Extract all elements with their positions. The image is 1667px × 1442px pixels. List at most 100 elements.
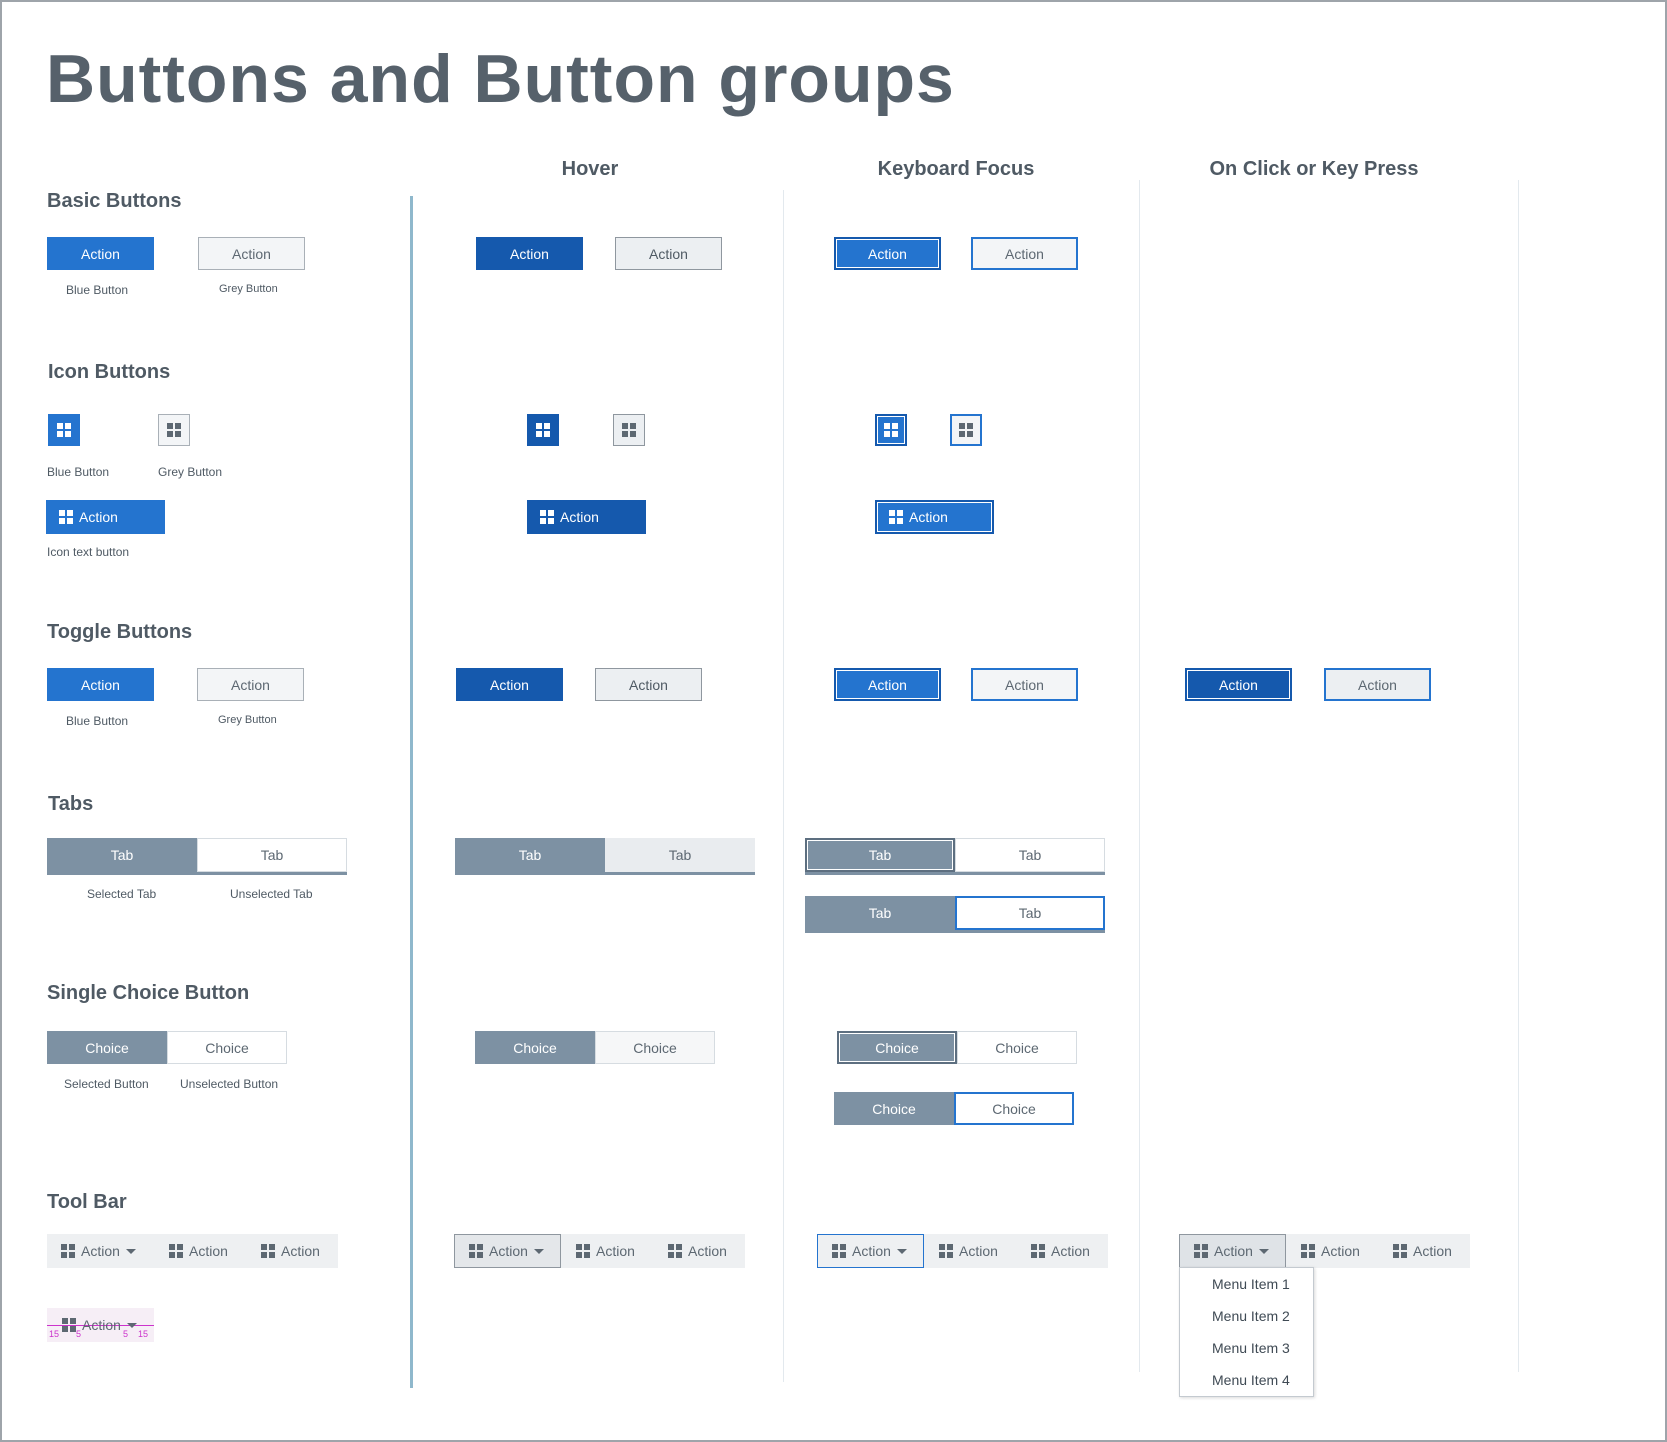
icon-text-button-focus[interactable]: Action <box>875 500 994 534</box>
toggle-grey-button-focus[interactable]: Action <box>971 668 1078 701</box>
toggle-grey-button-pressed[interactable]: Action <box>1324 668 1431 701</box>
grey-button-focus[interactable]: Action <box>971 237 1078 270</box>
blue-button-focus[interactable]: Action <box>834 237 941 270</box>
choice-selected[interactable]: Choice <box>834 1092 954 1125</box>
grey-icon-button[interactable] <box>158 414 190 446</box>
grid-icon <box>59 510 73 524</box>
toolbar-item-label: Action <box>281 1243 320 1259</box>
tab-unselected-focus[interactable]: Tab <box>955 896 1105 930</box>
section-basic-buttons: Basic Buttons <box>47 190 182 212</box>
icon-text-button-label: Action <box>909 509 948 525</box>
toolbar-hover: Action Action Action <box>454 1234 745 1268</box>
tab-group-focus-selected: Tab Tab <box>805 838 1105 875</box>
tab-unselected[interactable]: Tab <box>955 838 1105 872</box>
toolbar-item-label: Action <box>189 1243 228 1259</box>
grey-button-hover[interactable]: Action <box>615 237 722 270</box>
toggle-blue-button[interactable]: Action <box>47 668 154 701</box>
grid-icon <box>832 1244 846 1258</box>
caption-icon-text-button: Icon text button <box>47 545 130 559</box>
icon-text-button[interactable]: Action <box>46 500 165 534</box>
grid-icon <box>261 1244 275 1258</box>
caption-blue-icon-button: Blue Button <box>47 465 110 479</box>
toggle-blue-button-hover[interactable]: Action <box>456 668 563 701</box>
column-divider-main <box>410 196 413 1388</box>
choice-group: Choice Choice <box>47 1031 287 1064</box>
tab-selected-hover[interactable]: Tab <box>455 838 605 872</box>
toggle-grey-button[interactable]: Action <box>197 668 304 701</box>
caret-down-icon <box>125 1248 136 1254</box>
toolbar-dropdown-button-hover[interactable]: Action <box>454 1234 561 1268</box>
toolbar-button[interactable]: Action <box>939 1234 998 1268</box>
grid-icon <box>1393 1244 1407 1258</box>
caption-selected-tab: Selected Tab <box>87 887 157 901</box>
menu-item[interactable]: Menu Item 2 <box>1180 1300 1313 1332</box>
grey-icon-button-hover[interactable] <box>613 414 645 446</box>
section-toggle-buttons: Toggle Buttons <box>47 621 193 643</box>
grid-icon <box>884 423 898 437</box>
blue-button[interactable]: Action <box>47 237 154 270</box>
tab-selected-focus[interactable]: Tab <box>805 838 955 872</box>
column-divider <box>783 190 784 1382</box>
grey-button[interactable]: Action <box>198 237 305 270</box>
choice-unselected-hover[interactable]: Choice <box>595 1031 715 1064</box>
menu-item[interactable]: Menu Item 1 <box>1180 1268 1313 1300</box>
toolbar-item-label: Action <box>489 1243 528 1259</box>
blue-icon-button[interactable] <box>48 414 80 446</box>
toolbar-button[interactable]: Action <box>1301 1234 1360 1268</box>
blue-icon-button-hover[interactable] <box>527 414 559 446</box>
grid-icon <box>61 1244 75 1258</box>
toolbar-dropdown-button[interactable]: Action <box>61 1234 136 1268</box>
blue-icon-button-focus[interactable] <box>875 414 907 446</box>
toolbar-item-label: Action <box>852 1243 891 1259</box>
tab-unselected-hover[interactable]: Tab <box>605 838 755 872</box>
toolbar-button[interactable]: Action <box>169 1234 228 1268</box>
caption-grey-button: Grey Button <box>219 283 278 295</box>
caption-blue-button: Blue Button <box>66 283 129 297</box>
grid-icon <box>889 510 903 524</box>
caret-down-icon <box>533 1248 544 1254</box>
spec-label: Action <box>82 1317 121 1333</box>
spec-value: 15 <box>49 1329 60 1339</box>
toolbar-button[interactable]: Action <box>576 1234 635 1268</box>
icon-text-button-hover[interactable]: Action <box>527 500 646 534</box>
menu-item[interactable]: Menu Item 4 <box>1180 1364 1313 1396</box>
grid-icon <box>167 423 181 437</box>
toolbar-spacing-spec: Action 15 5 5 15 <box>47 1308 154 1342</box>
toolbar-button[interactable]: Action <box>668 1234 727 1268</box>
toolbar-pressed: Action Action Action <box>1179 1234 1470 1268</box>
toolbar-item-label: Action <box>1413 1243 1452 1259</box>
tab-underline <box>455 872 755 875</box>
toggle-blue-button-pressed[interactable]: Action <box>1185 668 1292 701</box>
caption-grey-icon-button: Grey Button <box>158 465 223 479</box>
grey-icon-button-focus[interactable] <box>950 414 982 446</box>
choice-selected-focus[interactable]: Choice <box>837 1031 957 1064</box>
toolbar-item-label: Action <box>81 1243 120 1259</box>
menu-item[interactable]: Menu Item 3 <box>1180 1332 1313 1364</box>
tab-unselected[interactable]: Tab <box>197 838 347 872</box>
caption-unselected-button: Unselected Button <box>180 1077 279 1091</box>
grid-icon <box>1031 1244 1045 1258</box>
grid-icon <box>576 1244 590 1258</box>
caret-down-icon <box>896 1248 907 1254</box>
toolbar-button[interactable]: Action <box>1393 1234 1452 1268</box>
toolbar-item-label: Action <box>1214 1243 1253 1259</box>
choice-selected[interactable]: Choice <box>47 1031 167 1064</box>
blue-button-hover[interactable]: Action <box>476 237 583 270</box>
toolbar-dropdown-button-focus[interactable]: Action <box>817 1234 924 1268</box>
toggle-blue-button-focus[interactable]: Action <box>834 668 941 701</box>
choice-selected-hover[interactable]: Choice <box>475 1031 595 1064</box>
grid-icon <box>540 510 554 524</box>
toggle-grey-button-hover[interactable]: Action <box>595 668 702 701</box>
choice-unselected[interactable]: Choice <box>167 1031 287 1064</box>
toolbar-button[interactable]: Action <box>1031 1234 1090 1268</box>
caret-down-icon <box>1258 1248 1269 1254</box>
choice-unselected[interactable]: Choice <box>957 1031 1077 1064</box>
tab-selected[interactable]: Tab <box>805 896 955 930</box>
grid-icon <box>469 1244 483 1258</box>
toolbar-button[interactable]: Action <box>261 1234 320 1268</box>
tab-selected[interactable]: Tab <box>47 838 197 872</box>
toolbar-item-label: Action <box>596 1243 635 1259</box>
column-header-hover: Hover <box>561 158 619 180</box>
toolbar-dropdown-button-pressed[interactable]: Action <box>1179 1234 1286 1268</box>
choice-unselected-focus[interactable]: Choice <box>954 1092 1074 1125</box>
